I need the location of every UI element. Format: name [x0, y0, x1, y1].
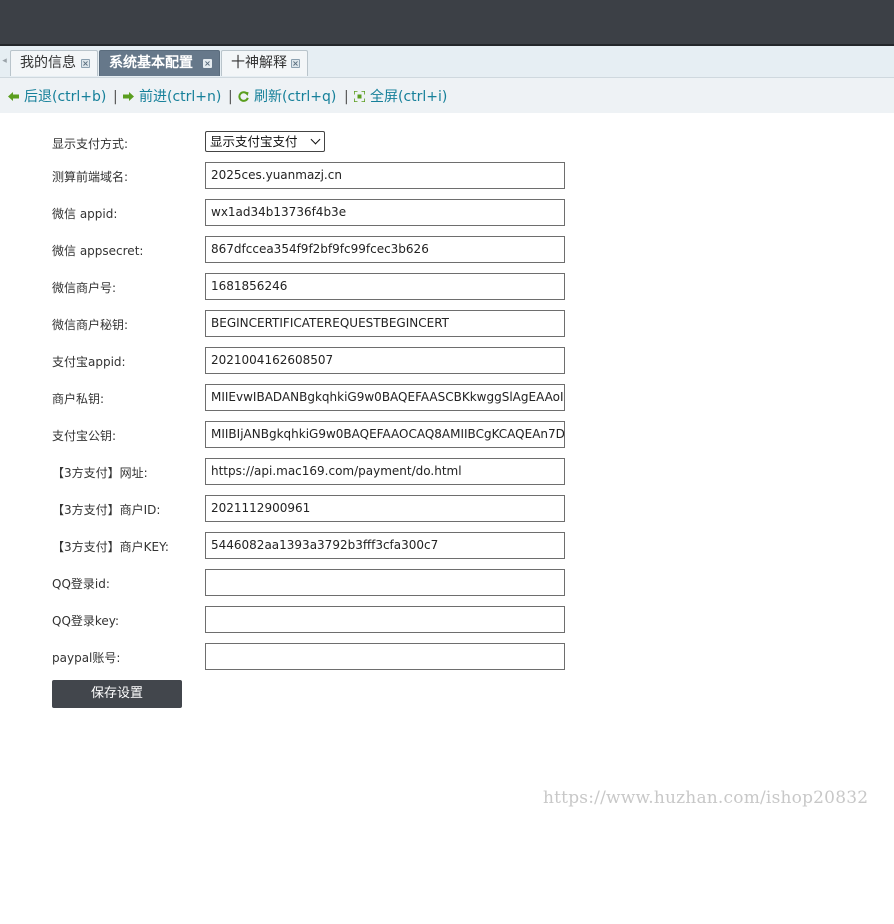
paypal-account-input[interactable] — [205, 643, 565, 670]
fullscreen-icon — [354, 91, 365, 102]
qq-login-key-input[interactable] — [205, 606, 565, 633]
payment-method-select[interactable]: 显示支付宝支付 — [205, 131, 325, 152]
field-label: 微信 appsecret: — [52, 244, 144, 258]
back-button[interactable]: 后退(ctrl+b) — [8, 88, 106, 106]
separator: | — [344, 89, 349, 105]
wechat-appsecret-input[interactable]: 867dfccea354f9f2bf9fc99fcec3b626 — [205, 236, 565, 263]
field-label: 微信商户秘钥: — [52, 318, 129, 332]
tab-label: 十神解释 — [231, 55, 287, 71]
chevron-down-icon — [310, 134, 321, 145]
field-label: 商户私钥: — [52, 392, 105, 406]
top-header-bar — [0, 0, 894, 46]
save-settings-button[interactable]: 保存设置 — [52, 680, 182, 708]
field-label: QQ登录id: — [52, 577, 110, 591]
alipay-appid-input[interactable]: 2021004162608507 — [205, 347, 565, 374]
field-row-qq-login-key: QQ登录key: — [0, 606, 894, 633]
field-row-alipay-appid: 支付宝appid: 2021004162608507 — [0, 347, 894, 374]
third-party-url-input[interactable]: https://api.mac169.com/payment/do.html — [205, 458, 565, 485]
field-label: 【3方支付】商户ID: — [52, 503, 161, 517]
tab-label: 系统基本配置 — [109, 55, 193, 71]
forward-button[interactable]: 前进(ctrl+n) — [123, 88, 221, 106]
forward-label: 前进(ctrl+n) — [139, 89, 222, 105]
merchant-private-key-input[interactable]: MIIEvwIBADANBgkqhkiG9w0BAQEFAASCBKkwggSl… — [205, 384, 565, 411]
payment-method-value: 显示支付宝支付 — [210, 134, 298, 149]
field-row-wechat-mchid: 微信商户号: 1681856246 — [0, 273, 894, 300]
refresh-button[interactable]: 刷新(ctrl+q) — [238, 88, 336, 106]
arrow-left-icon — [8, 92, 19, 101]
field-row-alipay-public-key: 支付宝公钥: MIIBIjANBgkqhkiG9w0BAQEFAAOCAQ8AM… — [0, 421, 894, 448]
field-row-qq-login-id: QQ登录id: — [0, 569, 894, 596]
tab-label: 我的信息 — [20, 55, 76, 71]
field-label: 【3方支付】网址: — [52, 466, 148, 480]
field-row-wechat-appsecret: 微信 appsecret: 867dfccea354f9f2bf9fc99fce… — [0, 236, 894, 263]
tab-scroll-left-icon[interactable]: ◂ — [0, 46, 9, 77]
arrow-right-icon — [123, 92, 134, 101]
qq-login-id-input[interactable] — [205, 569, 565, 596]
third-party-merchant-id-input[interactable]: 2021112900961 — [205, 495, 565, 522]
close-icon[interactable]: × — [81, 59, 90, 68]
refresh-icon — [238, 91, 249, 102]
field-row-third-party-merchant-key: 【3方支付】商户KEY: 5446082aa1393a3792b3fff3cfa… — [0, 532, 894, 559]
refresh-label: 刷新(ctrl+q) — [254, 89, 337, 105]
field-label: 支付宝公钥: — [52, 429, 117, 443]
field-label: QQ登录key: — [52, 614, 120, 628]
field-label: paypal账号: — [52, 651, 121, 665]
wechat-appid-input[interactable]: wx1ad34b13736f4b3e — [205, 199, 565, 226]
tab-ten-gods[interactable]: 十神解释 × — [221, 50, 308, 76]
close-icon[interactable]: × — [203, 59, 212, 68]
tab-system-config[interactable]: 系统基本配置 × — [99, 50, 220, 76]
field-row-third-party-merchant-id: 【3方支付】商户ID: 2021112900961 — [0, 495, 894, 522]
field-row-third-party-url: 【3方支付】网址: https://api.mac169.com/payment… — [0, 458, 894, 485]
tab-bar: ◂ 我的信息 × 系统基本配置 × 十神解释 × — [0, 46, 894, 78]
close-icon[interactable]: × — [291, 59, 300, 68]
field-label: 支付宝appid: — [52, 355, 126, 369]
field-row-paypal-account: paypal账号: — [0, 643, 894, 670]
back-label: 后退(ctrl+b) — [24, 89, 107, 105]
field-label: 微信商户号: — [52, 281, 117, 295]
field-row-domain: 测算前端域名: 2025ces.yuanmazj.cn — [0, 162, 894, 189]
domain-input[interactable]: 2025ces.yuanmazj.cn — [205, 162, 565, 189]
toolbar: 后退(ctrl+b) | 前进(ctrl+n) | 刷新(ctrl+q) | 全… — [0, 78, 894, 113]
field-row-wechat-key: 微信商户秘钥: BEGINCERTIFICATEREQUESTBEGINCERT — [0, 310, 894, 337]
field-label: 【3方支付】商户KEY: — [52, 540, 169, 554]
separator: | — [228, 89, 233, 105]
fullscreen-label: 全屏(ctrl+i) — [370, 89, 448, 105]
watermark: https://www.huzhan.com/ishop20832 — [543, 788, 869, 808]
payment-method-label: 显示支付方式: — [52, 137, 129, 151]
field-label: 微信 appid: — [52, 207, 118, 221]
field-label: 测算前端域名: — [52, 170, 129, 184]
wechat-mchid-input[interactable]: 1681856246 — [205, 273, 565, 300]
tab-my-info[interactable]: 我的信息 × — [10, 50, 98, 76]
fullscreen-button[interactable]: 全屏(ctrl+i) — [354, 88, 447, 106]
field-row-merchant-private-key: 商户私钥: MIIEvwIBADANBgkqhkiG9w0BAQEFAASCBK… — [0, 384, 894, 411]
separator: | — [113, 89, 118, 105]
third-party-merchant-key-input[interactable]: 5446082aa1393a3792b3fff3cfa300c7 — [205, 532, 565, 559]
alipay-public-key-input[interactable]: MIIBIjANBgkqhkiG9w0BAQEFAAOCAQ8AMIIBCgKC… — [205, 421, 565, 448]
field-row-wechat-appid: 微信 appid: wx1ad34b13736f4b3e — [0, 199, 894, 226]
wechat-key-input[interactable]: BEGINCERTIFICATEREQUESTBEGINCERT — [205, 310, 565, 337]
